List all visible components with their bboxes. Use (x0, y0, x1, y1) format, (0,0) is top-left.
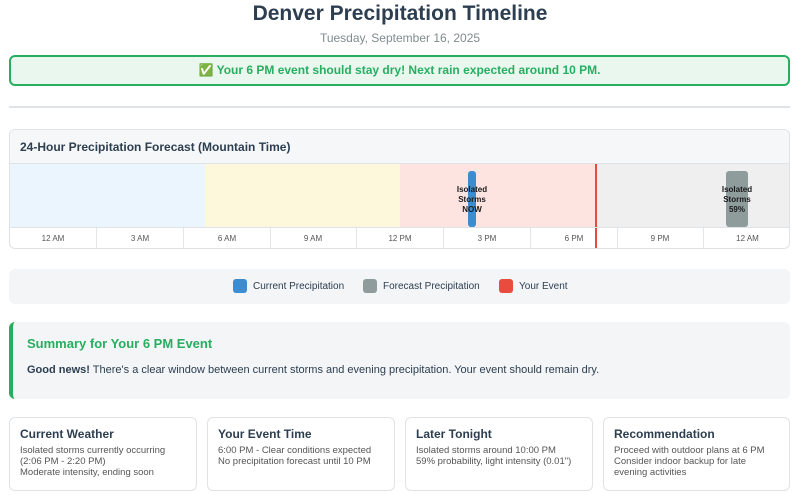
summary-title: Summary for Your 6 PM Event (27, 336, 213, 351)
current-swatch (233, 279, 247, 293)
current-precipitation-label: Isolated Storms NOW (456, 185, 488, 214)
band-morning (205, 164, 400, 227)
timeline-title: 24-Hour Precipitation Forecast (Mountain… (10, 130, 789, 164)
tick-label: 12 AM (10, 228, 97, 248)
tick-label: 12 AM (736, 234, 759, 243)
tick-label: 6 AM (184, 228, 271, 248)
timeline-bands: Isolated Storms NOW Isolated Storms 59% (10, 164, 789, 248)
band-afternoon (400, 164, 596, 227)
event-swatch (499, 279, 513, 293)
forecast-precipitation-label: Isolated Storms 59% (721, 185, 753, 214)
tick-label: 9 PM (617, 228, 704, 248)
page-date: Tuesday, September 16, 2025 (319, 31, 481, 45)
summary-text: Good news! There's a clear window betwee… (27, 364, 600, 376)
card-current-weather: Current Weather Isolated storms currentl… (9, 417, 197, 491)
tick-label: 12 PM (357, 228, 444, 248)
status-banner: ✅ Your 6 PM event should stay dry! Next … (9, 55, 790, 86)
check-mark-icon: ✅ (198, 63, 214, 77)
time-axis: 12 AM 3 AM 6 AM 9 AM 12 PM 3 PM 6 PM 9 P… (10, 227, 789, 248)
tick-label: 9 AM (270, 228, 357, 248)
legend: Current Precipitation Forecast Precipita… (9, 269, 790, 304)
page-title: Denver Precipitation Timeline (252, 2, 548, 25)
band-night (10, 164, 205, 227)
tick-label: 3 PM (444, 228, 531, 248)
card-recommendation: Recommendation Proceed with outdoor plan… (603, 417, 790, 491)
tick-label: 3 AM (97, 228, 184, 248)
precipitation-timeline: 24-Hour Precipitation Forecast (Mountain… (9, 129, 790, 249)
divider (9, 106, 790, 108)
forecast-swatch (363, 279, 377, 293)
event-summary: Summary for Your 6 PM Event Good news! T… (9, 322, 790, 399)
card-event-time: Your Event Time 6:00 PM - Clear conditio… (207, 417, 395, 491)
card-later-tonight: Later Tonight Isolated storms around 10:… (405, 417, 593, 491)
banner-text: Your 6 PM event should stay dry! Next ra… (216, 63, 601, 77)
tick-label: 6 PM (531, 228, 618, 248)
